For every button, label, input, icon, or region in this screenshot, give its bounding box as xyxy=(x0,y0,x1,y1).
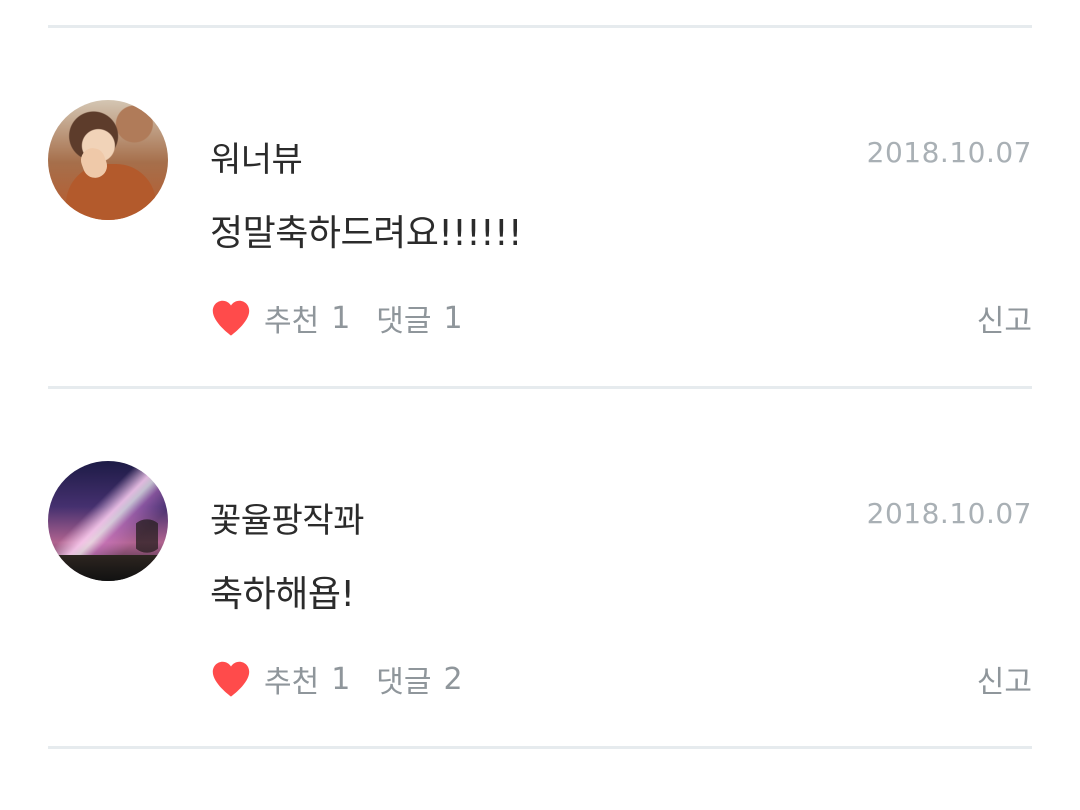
reply-count: 1 xyxy=(443,300,463,336)
comment-actions: 추천 1 댓글 2 xyxy=(208,655,463,703)
comment-actions: 추천 1 댓글 1 xyxy=(208,294,463,342)
reply-count: 2 xyxy=(443,661,463,697)
like-count: 1 xyxy=(331,661,351,697)
reply-label[interactable]: 댓글 xyxy=(376,296,431,340)
report-button[interactable]: 신고 xyxy=(977,296,1032,340)
reply-label[interactable]: 댓글 xyxy=(376,657,431,701)
comment-username[interactable]: 꽃율팡작꽈 xyxy=(210,493,364,542)
comment-item: 꽃율팡작꽈 2018.10.07 축하해욥! 추천 1 댓글 2 신고 xyxy=(0,389,1080,747)
comment-date: 2018.10.07 xyxy=(866,497,1032,530)
report-button[interactable]: 신고 xyxy=(977,657,1032,701)
like-count: 1 xyxy=(331,300,351,336)
comment-item: 워너뷰 2018.10.07 정말축하드려요!!!!!! 추천 1 댓글 1 신… xyxy=(0,28,1080,386)
user-avatar[interactable] xyxy=(48,100,168,220)
user-avatar[interactable] xyxy=(48,461,168,581)
heart-icon[interactable] xyxy=(208,656,254,702)
heart-icon[interactable] xyxy=(208,295,254,341)
comment-text: 정말축하드려요!!!!!! xyxy=(210,213,522,254)
comment-username[interactable]: 워너뷰 xyxy=(210,132,303,181)
like-label[interactable]: 추천 xyxy=(264,657,319,701)
bottom-divider xyxy=(48,746,1032,749)
comment-date: 2018.10.07 xyxy=(866,136,1032,169)
comment-text: 축하해욥! xyxy=(210,574,355,615)
like-label[interactable]: 추천 xyxy=(264,296,319,340)
